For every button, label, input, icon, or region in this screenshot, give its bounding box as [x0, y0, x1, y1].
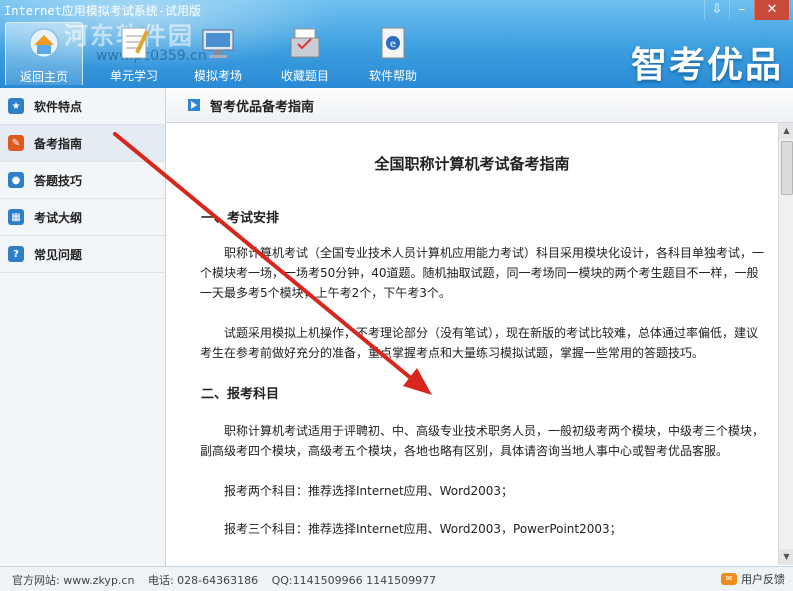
play-icon — [188, 99, 200, 111]
section-heading: 一、考试安排 — [201, 211, 280, 226]
paragraph-text: 报考三个科目：推荐选择Internet应用、Word2003，PowerPoin… — [224, 522, 622, 536]
chat-icon: ● — [8, 172, 24, 188]
scroll-down-icon[interactable]: ▼ — [779, 549, 793, 565]
vertical-scrollbar[interactable]: ▲ ▼ — [778, 123, 793, 565]
paragraph-text: 报考两个科目：推荐选择Internet应用、Word2003； — [224, 484, 514, 498]
sidebar-item-syllabus[interactable]: ▦ 考试大纲 — [0, 199, 165, 236]
content-title: 智考优品备考指南 — [210, 99, 315, 115]
skin-button[interactable]: ⇩ — [704, 0, 729, 20]
paragraph-text: 职称计算机考试适用于评聘初、中、高级专业技术职务人员，一般初级考两个模块，中级考… — [200, 424, 765, 458]
nav-home-label: 返回主页 — [19, 70, 68, 84]
sidebar-item-label: 常见问题 — [34, 247, 83, 262]
star-icon: ★ — [8, 98, 24, 114]
home-icon — [24, 25, 64, 63]
content-header: 智考优品备考指南 — [166, 88, 793, 123]
section-heading: 二、报考科目 — [201, 387, 280, 402]
brand-logo: 智考优品 — [630, 45, 783, 86]
nav-favorites-label: 收藏题目 — [280, 69, 329, 83]
nav-unit-study-button[interactable]: 单元学习 — [96, 22, 172, 84]
paragraph: 报考两个科目：推荐选择Internet应用、Word2003； — [200, 481, 766, 501]
help-book-icon: e — [373, 24, 413, 62]
paragraph-text: 试题采用模拟上机操作，不考理论部分（没有笔试），现在新版的考试比较难，总体通过率… — [200, 326, 759, 360]
question-icon: ? — [8, 246, 24, 262]
sidebar-item-tips[interactable]: ● 答题技巧 — [0, 162, 165, 199]
paragraph: 职称计算机考试（全国专业技术人员计算机应用能力考试）科目采用模块化设计，各科目单… — [200, 243, 766, 303]
sidebar-item-faq[interactable]: ? 常见问题 — [0, 236, 165, 273]
sidebar-item-guide[interactable]: ✎ 备考指南 — [0, 125, 165, 162]
nav-help-button[interactable]: e 软件帮助 — [355, 22, 431, 84]
contact-info: 官方网站: www.zkyp.cn 电话: 028-64363186 QQ:11… — [12, 572, 446, 588]
window-controls: ⇩ – ✕ — [704, 0, 789, 20]
close-button[interactable]: ✕ — [754, 0, 789, 20]
nav-home-button[interactable]: 返回主页 — [5, 22, 83, 85]
feedback-label: 用户反馈 — [741, 573, 785, 586]
paragraph: 职称计算机考试适用于评聘初、中、高级专业技术职务人员，一般初级考两个模块，中级考… — [200, 421, 766, 461]
guide-icon: ✎ — [8, 135, 24, 151]
nav-unit-study-label: 单元学习 — [109, 69, 158, 83]
sidebar-item-label: 软件特点 — [34, 99, 83, 114]
paragraph: 试题采用模拟上机操作，不考理论部分（没有笔试），现在新版的考试比较难，总体通过率… — [200, 323, 766, 363]
qq-text: QQ:1141509966 1141509977 — [271, 574, 437, 587]
notebook-icon — [114, 24, 154, 62]
scroll-up-icon[interactable]: ▲ — [779, 123, 793, 139]
sidebar: ★ 软件特点 ✎ 备考指南 ● 答题技巧 ▦ 考试大纲 ? 常见问题 — [0, 88, 166, 566]
guide-document: 全国职称计算机考试备考指南 一、考试安排 职称计算机考试（全国专业技术人员计算机… — [166, 123, 778, 565]
nav-favorites-button[interactable]: 收藏题目 — [267, 22, 343, 84]
phone-text: 电话: 028-64363186 — [147, 574, 259, 587]
paragraph-text: 职称计算机考试（全国专业技术人员计算机应用能力考试）科目采用模块化设计，各科目单… — [200, 246, 765, 300]
nav-mock-exam-label: 模拟考场 — [193, 69, 242, 83]
sidebar-item-label: 答题技巧 — [34, 173, 83, 188]
svg-text:e: e — [390, 39, 396, 50]
nav-mock-exam-button[interactable]: 模拟考场 — [180, 22, 256, 84]
nav-help-label: 软件帮助 — [368, 69, 417, 83]
paragraph: 报考三个科目：推荐选择Internet应用、Word2003，PowerPoin… — [200, 519, 766, 539]
folder-icon — [285, 24, 325, 62]
status-bar: 官方网站: www.zkyp.cn 电话: 028-64363186 QQ:11… — [0, 566, 793, 591]
feedback-button[interactable]: ✉ 用户反馈 — [721, 571, 785, 587]
sidebar-item-label: 考试大纲 — [34, 210, 83, 225]
app-header: Internet应用模拟考试系统-试用版 ⇩ – ✕ 河东软件园 www.pc0… — [0, 0, 793, 88]
minimize-button[interactable]: – — [729, 0, 754, 20]
sidebar-item-label: 备考指南 — [34, 136, 83, 151]
website-text: 官方网站: www.zkyp.cn — [12, 574, 135, 587]
document-title: 全国职称计算机考试备考指南 — [374, 155, 570, 173]
scroll-thumb[interactable] — [781, 141, 793, 195]
monitor-icon — [198, 24, 238, 62]
feedback-icon: ✉ — [721, 573, 737, 585]
sidebar-item-features[interactable]: ★ 软件特点 — [0, 88, 165, 125]
calendar-icon: ▦ — [8, 209, 24, 225]
